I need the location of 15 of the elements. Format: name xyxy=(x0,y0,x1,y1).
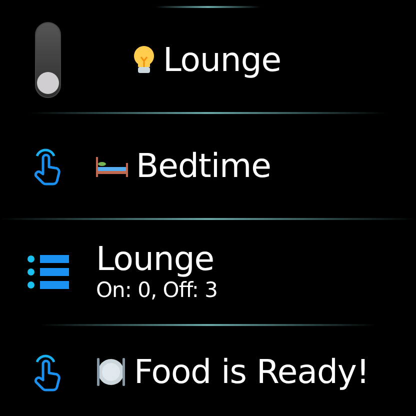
tap-icon xyxy=(33,146,63,186)
toggle-switch[interactable] xyxy=(35,22,61,98)
scene-row[interactable]: Bedtime xyxy=(0,114,416,218)
scene-row[interactable]: Food is Ready! xyxy=(0,326,416,416)
group-name: Lounge xyxy=(96,241,216,278)
scene-name: Bedtime xyxy=(136,148,271,184)
group-status: On: 0, Off: 3 xyxy=(96,278,218,303)
device-name: Lounge xyxy=(163,42,282,78)
light-bulb-icon xyxy=(133,44,155,75)
tap-icon xyxy=(33,352,63,392)
bed-icon xyxy=(96,155,128,177)
list-icon xyxy=(27,255,69,289)
plate-icon xyxy=(96,356,126,388)
group-row[interactable]: Lounge On: 0, Off: 3 xyxy=(0,220,416,324)
scene-name: Food is Ready! xyxy=(134,354,370,390)
